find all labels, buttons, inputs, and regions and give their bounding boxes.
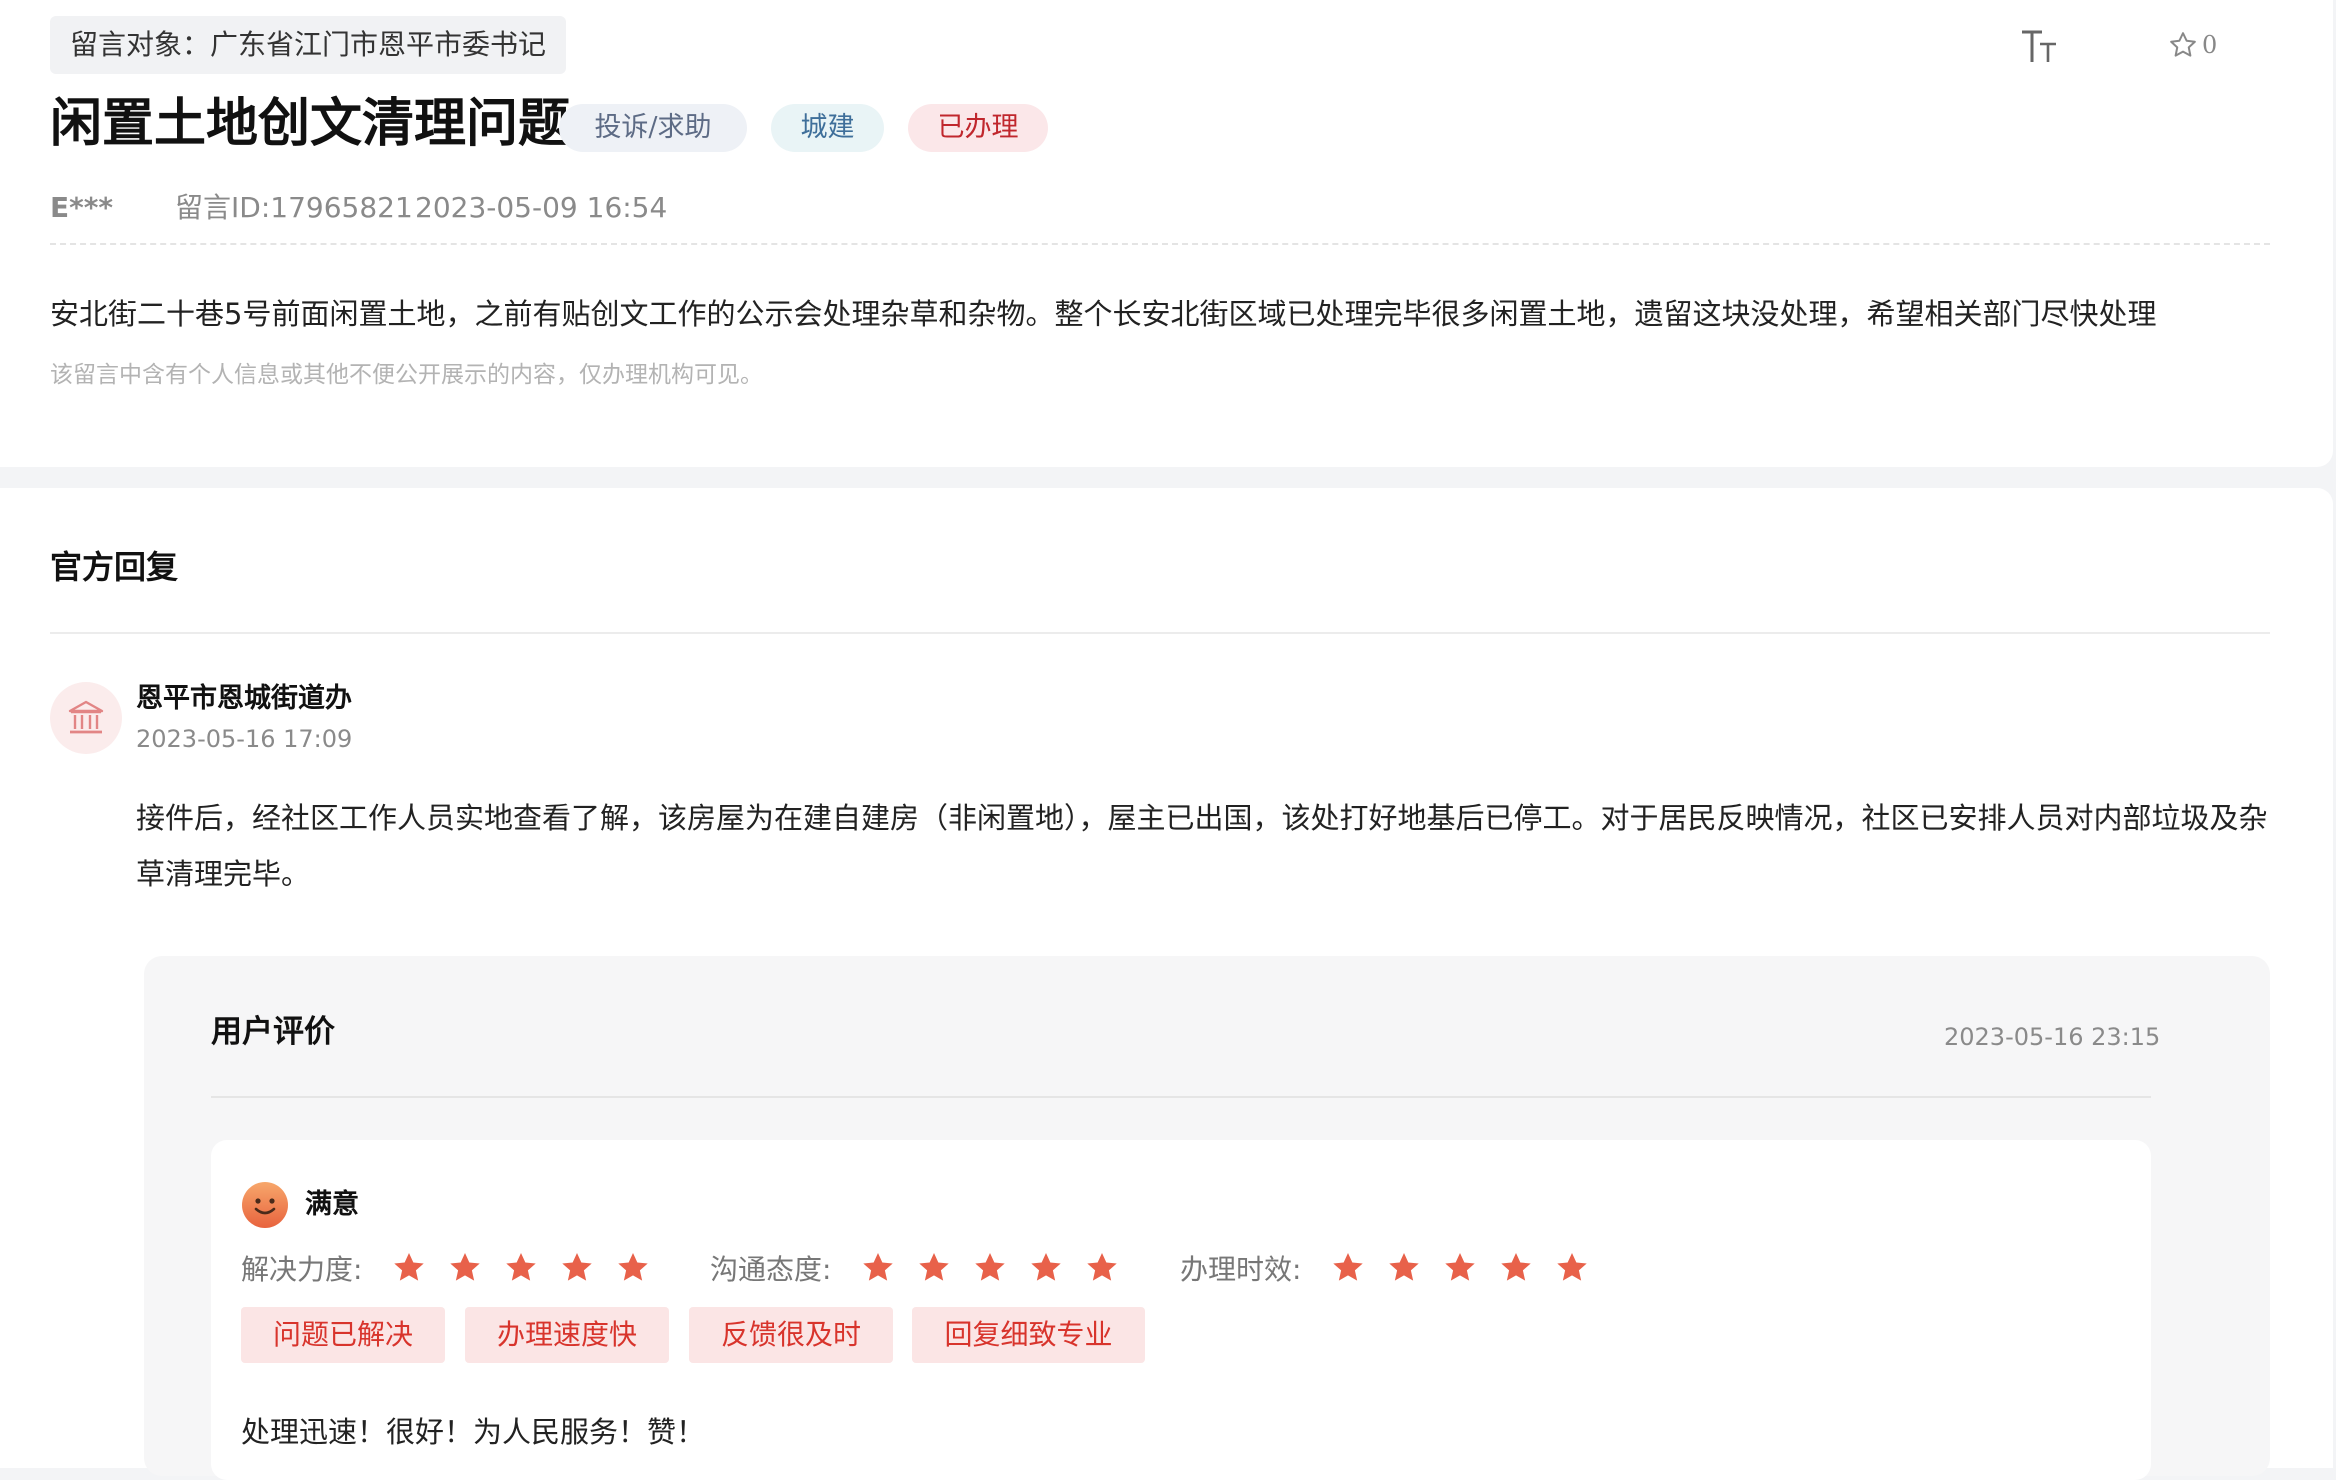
category-tag: 城建	[771, 104, 884, 152]
metric-stars	[1330, 1250, 1590, 1286]
evaluation-divider	[211, 1096, 2151, 1098]
filled-star-icon	[1501, 1253, 1531, 1281]
org-name: 恩平市恩城街道办	[136, 683, 352, 714]
filled-star-icon	[394, 1253, 424, 1281]
user-comment: 处理迅速！很好！为人民服务！赞！	[241, 1415, 706, 1449]
font-size-icon[interactable]	[2020, 24, 2060, 70]
metric-label: 办理时效:	[1180, 1253, 1302, 1286]
filled-star-icon	[562, 1253, 592, 1281]
filled-star-icon	[1445, 1253, 1475, 1281]
filled-star-icon	[618, 1253, 648, 1281]
filled-star-icon	[1333, 1253, 1363, 1281]
privacy-notice: 该留言中含有个人信息或其他不便公开展示的内容，仅办理机构可见。	[50, 362, 763, 388]
metric-label: 解决力度:	[241, 1253, 363, 1286]
message-time: 2023-05-09 16:54	[415, 191, 668, 224]
filled-star-icon	[975, 1253, 1005, 1281]
evaluation-title: 用户评价	[211, 1014, 335, 1050]
status-badge: 已办理	[908, 104, 1048, 152]
meta-divider	[50, 243, 2270, 245]
metric-stars	[860, 1250, 1120, 1286]
smile-face-icon	[241, 1181, 289, 1229]
star-outline-icon[interactable]	[2168, 30, 2198, 60]
filled-star-icon	[863, 1253, 893, 1281]
message-id: 留言ID:17965821	[175, 191, 413, 224]
type-tag: 投诉/求助	[559, 104, 747, 152]
author-name: E***	[50, 191, 114, 224]
reply-content: 接件后，经社区工作人员实地查看了解，该房屋为在建自建房（非闲置地），屋主已出国，…	[136, 801, 2268, 891]
favorite-count: 0	[2202, 31, 2218, 59]
feedback-chip: 反馈很及时	[689, 1307, 893, 1363]
filled-star-icon	[919, 1253, 949, 1281]
filled-star-icon	[450, 1253, 480, 1281]
filled-star-icon	[1557, 1253, 1587, 1281]
rating-label: 满意	[305, 1189, 359, 1220]
message-content: 安北街二十巷5号前面闲置土地，之前有贴创文工作的公示会处理杂草和杂物。整个长安北…	[50, 297, 2157, 331]
reply-section-title: 官方回复	[50, 548, 179, 586]
filled-star-icon	[506, 1253, 536, 1281]
metric-label: 沟通态度:	[710, 1253, 832, 1286]
message-target: 留言对象：广东省江门市恩平市委书记	[50, 16, 567, 74]
feedback-chip: 办理速度快	[465, 1307, 669, 1363]
government-building-icon	[50, 682, 122, 754]
page-title: 闲置土地创文清理问题	[50, 94, 571, 154]
reply-divider	[50, 632, 2270, 634]
filled-star-icon	[1031, 1253, 1061, 1281]
feedback-chip: 问题已解决	[241, 1307, 445, 1363]
evaluation-time: 2023-05-16 23:15	[1944, 1023, 2161, 1051]
feedback-chip: 回复细致专业	[912, 1307, 1145, 1363]
filled-star-icon	[1087, 1253, 1117, 1281]
metric-stars	[391, 1250, 651, 1286]
filled-star-icon	[1389, 1253, 1419, 1281]
reply-time: 2023-05-16 17:09	[136, 725, 353, 753]
